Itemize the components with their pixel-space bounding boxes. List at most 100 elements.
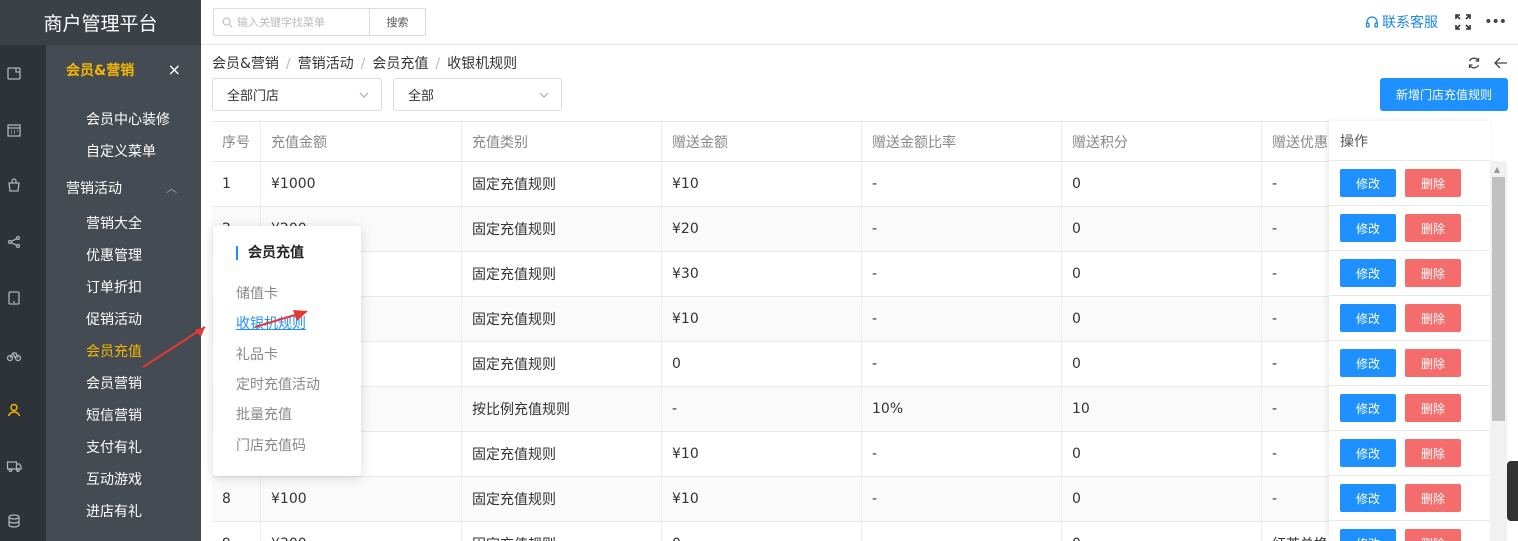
table-cell: ¥10 bbox=[662, 297, 862, 341]
edit-button[interactable]: 修改 bbox=[1340, 169, 1396, 197]
table-header: 序号 充值金额 充值类别 赠送金额 赠送金额比率 赠送积分 赠送优惠 bbox=[212, 122, 1490, 162]
top-header: 输入关键字找菜单 搜索 联系客服 ••• bbox=[201, 0, 1518, 45]
chevron-down-icon bbox=[539, 92, 549, 98]
popover-title: 会员充值 bbox=[236, 246, 304, 260]
breadcrumb-item[interactable]: 会员充值 bbox=[372, 56, 428, 72]
edit-button[interactable]: 修改 bbox=[1340, 259, 1396, 287]
submenu-close-button[interactable]: × bbox=[168, 60, 181, 79]
breadcrumb-item[interactable]: 营销活动 bbox=[298, 56, 354, 72]
store-select[interactable]: 全部门店 bbox=[212, 78, 382, 111]
popover-item-batch-recharge[interactable]: 批量充值 bbox=[236, 404, 292, 424]
edit-button[interactable]: 修改 bbox=[1340, 304, 1396, 332]
scroll-up-icon[interactable]: ▲ bbox=[1494, 165, 1500, 174]
edit-button[interactable]: 修改 bbox=[1340, 349, 1396, 377]
popover-item-gift-card[interactable]: 礼品卡 bbox=[236, 344, 278, 364]
operations-row: 修改删除 bbox=[1329, 476, 1490, 521]
user-icon[interactable] bbox=[6, 402, 22, 418]
table-cell: 固定充值规则 bbox=[462, 207, 662, 251]
recharge-submenu-popover: 会员充值 储值卡 收银机规则 礼品卡 定时充值活动 批量充值 门店充值码 bbox=[213, 226, 361, 476]
add-store-recharge-rule-button[interactable]: 新增门店充值规则 bbox=[1380, 78, 1508, 111]
submenu-item-order-discount[interactable]: 订单折扣 bbox=[86, 277, 142, 297]
operations-row: 修改删除 bbox=[1329, 296, 1490, 341]
chevron-up-icon[interactable]: ︿ bbox=[166, 180, 177, 196]
edit-button[interactable]: 修改 bbox=[1340, 529, 1396, 541]
table-cell: - bbox=[862, 342, 1062, 386]
delete-button[interactable]: 删除 bbox=[1405, 529, 1461, 541]
submenu-item-custom-menu[interactable]: 自定义菜单 bbox=[86, 141, 156, 161]
table-cell: ¥1000 bbox=[261, 162, 462, 206]
table-cell: ¥20 bbox=[662, 207, 862, 251]
back-arrow-icon[interactable] bbox=[1494, 56, 1508, 70]
breadcrumb-item[interactable]: 会员&营销 bbox=[212, 56, 279, 72]
delete-button[interactable]: 删除 bbox=[1405, 169, 1461, 197]
more-icon[interactable]: ••• bbox=[1484, 14, 1507, 30]
calendar-icon[interactable] bbox=[6, 122, 22, 138]
table-row: 3固定充值规则¥30-0- bbox=[212, 252, 1490, 297]
operations-body: 修改删除修改删除修改删除修改删除修改删除修改删除修改删除修改删除修改删除 bbox=[1329, 161, 1490, 541]
popover-item-store-recharge-code[interactable]: 门店充值码 bbox=[236, 435, 306, 455]
edit-button[interactable]: 修改 bbox=[1340, 439, 1396, 467]
type-select[interactable]: 全部 bbox=[393, 78, 562, 111]
shopping-bag-icon[interactable] bbox=[6, 177, 22, 193]
submenu-item-promotions[interactable]: 促销活动 bbox=[86, 309, 142, 329]
edit-button[interactable]: 修改 bbox=[1340, 394, 1396, 422]
submenu-item-visit-gift[interactable]: 进店有礼 bbox=[86, 501, 142, 521]
table-cell: - bbox=[1272, 491, 1278, 507]
database-icon[interactable] bbox=[6, 513, 22, 529]
truck-icon[interactable] bbox=[6, 458, 22, 474]
submenu-item-games[interactable]: 互动游戏 bbox=[86, 469, 142, 489]
delete-button[interactable]: 删除 bbox=[1405, 484, 1461, 512]
table-cell: - bbox=[662, 387, 862, 431]
submenu-item-coupons[interactable]: 优惠管理 bbox=[86, 245, 142, 265]
column-header: 充值类别 bbox=[462, 122, 662, 161]
submenu-item-member-center[interactable]: 会员中心装修 bbox=[86, 109, 170, 129]
table-cell: 0 bbox=[1062, 162, 1262, 206]
delete-button[interactable]: 删除 bbox=[1405, 439, 1461, 467]
contact-support-link[interactable]: 联系客服 bbox=[1365, 12, 1438, 32]
chevron-down-icon bbox=[359, 92, 369, 98]
headset-icon bbox=[1365, 16, 1379, 28]
table-cell: 固定充值规则 bbox=[462, 522, 662, 541]
submenu-item-member-recharge[interactable]: 会员充值 bbox=[86, 341, 142, 361]
search-button[interactable]: 搜索 bbox=[369, 8, 426, 36]
submenu-item-member-marketing[interactable]: 会员营销 bbox=[86, 373, 142, 393]
submenu-item-sms-marketing[interactable]: 短信营销 bbox=[86, 405, 142, 425]
delete-button[interactable]: 删除 bbox=[1405, 214, 1461, 242]
fullscreen-icon[interactable] bbox=[1454, 13, 1472, 31]
dashboard-icon[interactable] bbox=[6, 65, 22, 81]
vertical-scrollbar[interactable]: ▲ bbox=[1490, 161, 1507, 541]
refresh-icon[interactable] bbox=[1467, 56, 1481, 70]
share-icon[interactable] bbox=[6, 234, 22, 250]
table-row: 1 ¥1000 固定充值规则 ¥10-0- bbox=[212, 162, 1490, 207]
tablet-icon[interactable] bbox=[6, 290, 22, 306]
popover-item-stored-value-card[interactable]: 储值卡 bbox=[236, 283, 278, 303]
menu-search-input[interactable]: 输入关键字找菜单 bbox=[213, 8, 370, 36]
table-row: 5固定充值规则0-0- bbox=[212, 342, 1490, 387]
submenu-item-marketing-all[interactable]: 营销大全 bbox=[86, 213, 142, 233]
table-cell: 0 bbox=[1062, 477, 1262, 521]
submenu-item-payment-gift[interactable]: 支付有礼 bbox=[86, 437, 142, 457]
table-cell: - bbox=[862, 207, 1062, 251]
delete-button[interactable]: 删除 bbox=[1405, 394, 1461, 422]
popover-item-scheduled-recharge[interactable]: 定时充值活动 bbox=[236, 374, 320, 394]
delete-button[interactable]: 删除 bbox=[1405, 304, 1461, 332]
table-row: 9¥300固定充值规则00红茶兑换 bbox=[212, 522, 1490, 541]
search-icon bbox=[222, 17, 233, 27]
table-cell: 10 bbox=[1062, 387, 1262, 431]
edit-button[interactable]: 修改 bbox=[1340, 484, 1396, 512]
delete-button[interactable]: 删除 bbox=[1405, 259, 1461, 287]
operations-row: 修改删除 bbox=[1329, 521, 1490, 541]
operations-row: 修改删除 bbox=[1329, 251, 1490, 296]
side-handle[interactable] bbox=[1507, 461, 1518, 521]
column-header: 赠送金额比率 bbox=[862, 122, 1062, 161]
scrollbar-thumb[interactable] bbox=[1492, 177, 1505, 421]
table-cell: ¥10 bbox=[662, 162, 862, 206]
submenu-group-marketing[interactable]: 营销活动 bbox=[66, 178, 122, 198]
breadcrumb-current: 收银机规则 bbox=[447, 56, 518, 72]
delete-button[interactable]: 删除 bbox=[1405, 349, 1461, 377]
table-cell: 红茶兑换 bbox=[1262, 522, 1330, 541]
edit-button[interactable]: 修改 bbox=[1340, 214, 1396, 242]
bike-icon[interactable] bbox=[6, 347, 22, 363]
popover-item-cashier-rules[interactable]: 收银机规则 bbox=[236, 313, 306, 333]
contact-support-label: 联系客服 bbox=[1382, 15, 1438, 31]
